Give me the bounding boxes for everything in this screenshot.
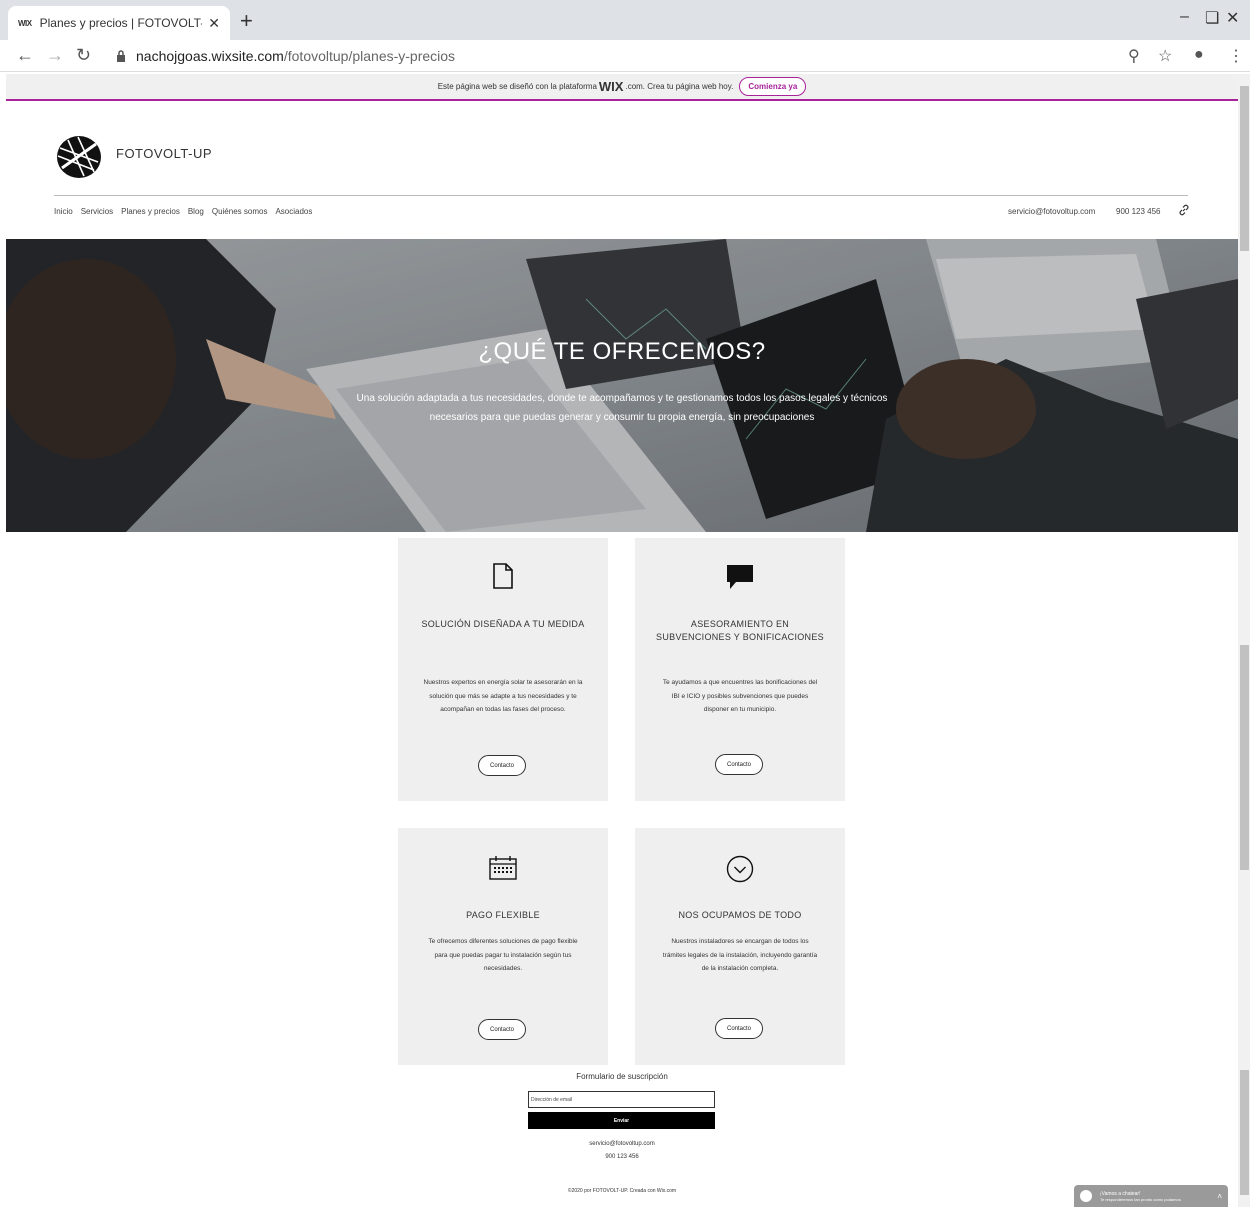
calendar-icon	[489, 856, 517, 880]
footer-email[interactable]: servicio@fotovoltup.com	[0, 1141, 1244, 1147]
hero-title: ¿QUÉ TE OFRECEMOS?	[478, 338, 766, 365]
icon-wrap	[398, 562, 608, 590]
url-path: /fotovoltup/planes-y-precios	[283, 48, 456, 64]
scrollbar-thumb-segment	[1240, 1070, 1249, 1195]
feature-card: SOLUCIÓN DISEÑADA A TU MEDIDA Nuestros e…	[398, 538, 608, 801]
feature-card: PAGO FLEXIBLE Te ofrecemos diferentes so…	[398, 828, 608, 1065]
url-host: nachojgoas.wixsite.com	[136, 48, 284, 64]
contact-button[interactable]: Contacto	[715, 754, 763, 775]
lock-icon	[117, 50, 125, 62]
wix-favicon-icon: WIX	[18, 18, 32, 28]
contact-button[interactable]: Contacto	[478, 1019, 526, 1040]
card-body: Te ofrecemos diferentes soluciones de pa…	[428, 938, 578, 972]
menu-item-planes-y-precios[interactable]: Planes y precios	[121, 207, 180, 216]
brand-name[interactable]: FOTOVOLT-UP	[116, 146, 212, 161]
header-phone[interactable]: 900 123 456	[1116, 207, 1161, 216]
check-circle-icon	[726, 855, 754, 883]
subscription-form-title: Formulario de suscripción	[576, 1072, 668, 1081]
main-menu: Inicio Servicios Planes y precios Blog Q…	[54, 207, 312, 216]
hero-image	[6, 239, 1238, 532]
new-tab-button[interactable]: +	[240, 8, 253, 34]
forward-icon[interactable]: →	[46, 45, 64, 66]
chat-icon	[727, 565, 753, 589]
hero-photo	[6, 239, 1238, 532]
header-divider	[54, 195, 1188, 196]
reload-icon[interactable]: ↻	[76, 45, 91, 66]
card-title: PAGO FLEXIBLE	[466, 910, 540, 920]
card-title: NOS OCUPAMOS DE TODO	[678, 910, 802, 920]
icon-wrap	[635, 855, 845, 883]
chevron-up-icon[interactable]: ˄	[1217, 1192, 1222, 1201]
hero-subtitle: Una solución adaptada a tus necesidades,…	[356, 393, 888, 423]
restore-icon[interactable]: ❏	[1205, 8, 1219, 28]
card-body: Te ayudamos a que encuentres las bonific…	[662, 679, 818, 713]
feature-card: NOS OCUPAMOS DE TODO Nuestros instalador…	[635, 828, 845, 1065]
icon-wrap	[398, 856, 608, 880]
menu-item-inicio[interactable]: Inicio	[54, 207, 73, 216]
footer-phone: 900 123 456	[605, 1154, 639, 1160]
chat-text: ¡Vamos a chatear! Te responderemos tan p…	[1100, 1191, 1181, 1202]
email-field[interactable]: Dirección de email	[528, 1091, 715, 1108]
card-title: SOLUCIÓN DISEÑADA A TU MEDIDA	[421, 619, 585, 629]
menu-dots-icon[interactable]: ⋮	[1228, 46, 1244, 66]
card-body: Nuestros instaladores se encargan de tod…	[662, 938, 818, 972]
close-window-icon[interactable]: ✕	[1226, 8, 1239, 28]
tab-close-icon[interactable]: ✕	[208, 15, 220, 32]
document-icon	[493, 563, 513, 589]
menu-item-blog[interactable]: Blog	[188, 207, 204, 216]
wix-banner-text-before: Este página web se diseñó con la platafo…	[437, 82, 597, 91]
tab-title: Planes y precios | FOTOVOLT-UP	[39, 16, 203, 30]
scrollbar-thumb[interactable]	[1240, 86, 1249, 251]
chat-subtitle: Te responderemos tan pronto como podamos	[1100, 1196, 1181, 1202]
card-title: ASESORAMIENTO EN SUBVENCIONES Y BONIFICA…	[656, 619, 824, 642]
header-email[interactable]: servicio@fotovoltup.com	[1008, 207, 1095, 216]
feature-card: ASESORAMIENTO EN SUBVENCIONES Y BONIFICA…	[635, 538, 845, 801]
wix-banner-text-after: .com. Crea tu página web hoy.	[625, 82, 734, 91]
wix-banner: Este página web se diseñó con la platafo…	[6, 74, 1238, 101]
chat-bubble-icon	[1080, 1190, 1092, 1202]
scrollbar-thumb-segment	[1240, 645, 1249, 870]
profile-icon[interactable]: ●	[1194, 46, 1204, 64]
wix-logo: WIX	[598, 79, 624, 94]
menu-item-servicios[interactable]: Servicios	[81, 207, 113, 216]
site-logo[interactable]	[54, 134, 104, 180]
contact-button[interactable]: Contacto	[715, 1018, 763, 1039]
menu-item-quienes-somos[interactable]: Quiénes somos	[212, 207, 268, 216]
menu-item-asociados[interactable]: Asociados	[275, 207, 312, 216]
chat-widget[interactable]: ¡Vamos a chatear! Te responderemos tan p…	[1074, 1185, 1228, 1207]
card-body: Nuestros expertos en energía solar te as…	[423, 679, 583, 713]
icon-wrap	[635, 564, 845, 590]
browser-tab[interactable]: WIX Planes y precios | FOTOVOLT-UP ✕	[8, 6, 230, 40]
copyright: ©2020 por FOTOVOLT-UP. Creada con Wix.co…	[567, 1188, 677, 1194]
minimize-icon[interactable]: –	[1180, 8, 1189, 26]
send-button[interactable]: Enviar	[528, 1112, 715, 1129]
back-icon[interactable]: ←	[16, 45, 34, 66]
zoom-icon[interactable]: ⚲	[1128, 46, 1140, 66]
link-icon[interactable]	[1178, 204, 1190, 216]
bookmark-star-icon[interactable]: ☆	[1158, 46, 1172, 66]
start-now-button[interactable]: Comienza ya	[739, 77, 807, 96]
url-field[interactable]: nachojgoas.wixsite.com/fotovoltup/planes…	[136, 48, 455, 64]
contact-button[interactable]: Contacto	[478, 755, 526, 776]
